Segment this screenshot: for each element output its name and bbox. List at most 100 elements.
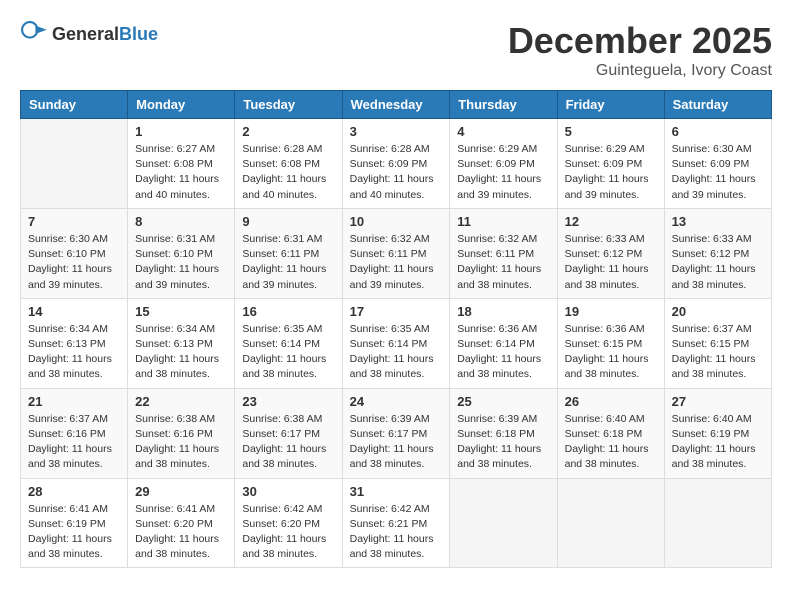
calendar-day-cell: 9Sunrise: 6:31 AMSunset: 6:11 PMDaylight… [235, 208, 342, 298]
day-info: Sunrise: 6:29 AMSunset: 6:09 PMDaylight:… [565, 142, 657, 203]
calendar-day-cell: 18Sunrise: 6:36 AMSunset: 6:14 PMDayligh… [450, 298, 557, 388]
day-info: Sunrise: 6:32 AMSunset: 6:11 PMDaylight:… [350, 232, 443, 293]
calendar-day-cell: 1 Sunrise: 6:27 AMSunset: 6:08 PMDaylight… [128, 119, 235, 209]
day-info: Sunrise: 6:37 AMSunset: 6:15 PMDaylight:… [672, 322, 764, 383]
calendar-day-cell: 24Sunrise: 6:39 AMSunset: 6:17 PMDayligh… [342, 388, 450, 478]
day-number: 20 [672, 304, 764, 319]
day-info: Sunrise: 6:31 AMSunset: 6:10 PMDaylight:… [135, 232, 227, 293]
day-number: 16 [242, 304, 334, 319]
day-number: 19 [565, 304, 657, 319]
day-info: Sunrise: 6:42 AMSunset: 6:20 PMDaylight:… [242, 502, 334, 563]
calendar-day-cell: 29 Sunrise: 6:41 AMSunset: 6:20 PMDayligh… [128, 478, 235, 568]
calendar-day-cell: 10 Sunrise: 6:32 AMSunset: 6:11 PMDayligh… [342, 208, 450, 298]
day-number: 23 [242, 394, 334, 409]
day-info: Sunrise: 6:27 AMSunset: 6:08 PMDaylight:… [135, 142, 227, 203]
calendar-day-cell: 19 Sunrise: 6:36 AMSunset: 6:15 PMDayligh… [557, 298, 664, 388]
day-number: 10 [350, 214, 443, 229]
calendar-day-cell: 5 Sunrise: 6:29 AMSunset: 6:09 PMDaylight… [557, 119, 664, 209]
calendar-day-cell [557, 478, 664, 568]
day-info: Sunrise: 6:29 AMSunset: 6:09 PMDaylight:… [457, 142, 549, 203]
day-number: 29 [135, 484, 227, 499]
calendar-week-row: 21 Sunrise: 6:37 AMSunset: 6:16 PMDayligh… [21, 388, 772, 478]
weekday-header-cell: Sunday [21, 91, 128, 119]
day-number: 22 [135, 394, 227, 409]
calendar: SundayMondayTuesdayWednesdayThursdayFrid… [20, 90, 772, 568]
day-number: 11 [457, 214, 549, 229]
month-title: December 2025 [508, 20, 772, 62]
calendar-day-cell: 28Sunrise: 6:41 AMSunset: 6:19 PMDayligh… [21, 478, 128, 568]
day-info: Sunrise: 6:28 AMSunset: 6:08 PMDaylight:… [242, 142, 334, 203]
day-info: Sunrise: 6:41 AMSunset: 6:20 PMDaylight:… [135, 502, 227, 563]
calendar-day-cell: 22 Sunrise: 6:38 AMSunset: 6:16 PMDayligh… [128, 388, 235, 478]
logo-icon [20, 20, 48, 48]
title-area: December 2025 Guinteguela, Ivory Coast [508, 20, 772, 80]
calendar-day-cell: 25 Sunrise: 6:39 AMSunset: 6:18 PMDayligh… [450, 388, 557, 478]
weekday-header-cell: Saturday [664, 91, 771, 119]
day-number: 6 [672, 124, 764, 139]
calendar-week-row: 28Sunrise: 6:41 AMSunset: 6:19 PMDayligh… [21, 478, 772, 568]
calendar-week-row: 14Sunrise: 6:34 AMSunset: 6:13 PMDayligh… [21, 298, 772, 388]
calendar-week-row: 1 Sunrise: 6:27 AMSunset: 6:08 PMDaylight… [21, 119, 772, 209]
day-info: Sunrise: 6:34 AMSunset: 6:13 PMDaylight:… [135, 322, 227, 383]
day-number: 7 [28, 214, 120, 229]
calendar-day-cell: 8 Sunrise: 6:31 AMSunset: 6:10 PMDaylight… [128, 208, 235, 298]
day-number: 17 [350, 304, 443, 319]
day-info: Sunrise: 6:30 AMSunset: 6:09 PMDaylight:… [672, 142, 764, 203]
day-info: Sunrise: 6:38 AMSunset: 6:16 PMDaylight:… [135, 412, 227, 473]
day-number: 21 [28, 394, 120, 409]
day-info: Sunrise: 6:30 AMSunset: 6:10 PMDaylight:… [28, 232, 120, 293]
calendar-day-cell: 20 Sunrise: 6:37 AMSunset: 6:15 PMDayligh… [664, 298, 771, 388]
day-info: Sunrise: 6:40 AMSunset: 6:18 PMDaylight:… [565, 412, 657, 473]
day-number: 25 [457, 394, 549, 409]
day-number: 18 [457, 304, 549, 319]
day-info: Sunrise: 6:37 AMSunset: 6:16 PMDaylight:… [28, 412, 120, 473]
weekday-header-row: SundayMondayTuesdayWednesdayThursdayFrid… [21, 91, 772, 119]
calendar-day-cell: 4 Sunrise: 6:29 AMSunset: 6:09 PMDaylight… [450, 119, 557, 209]
day-info: Sunrise: 6:38 AMSunset: 6:17 PMDaylight:… [242, 412, 334, 473]
day-number: 9 [242, 214, 334, 229]
calendar-day-cell [450, 478, 557, 568]
day-info: Sunrise: 6:41 AMSunset: 6:19 PMDaylight:… [28, 502, 120, 563]
calendar-day-cell: 21 Sunrise: 6:37 AMSunset: 6:16 PMDayligh… [21, 388, 128, 478]
calendar-day-cell: 11Sunrise: 6:32 AMSunset: 6:11 PMDayligh… [450, 208, 557, 298]
calendar-day-cell [21, 119, 128, 209]
calendar-body: 1 Sunrise: 6:27 AMSunset: 6:08 PMDaylight… [21, 119, 772, 568]
location-title: Guinteguela, Ivory Coast [508, 62, 772, 80]
logo-text-blue: Blue [119, 24, 158, 44]
day-number: 12 [565, 214, 657, 229]
day-number: 3 [350, 124, 443, 139]
calendar-week-row: 7 Sunrise: 6:30 AMSunset: 6:10 PMDaylight… [21, 208, 772, 298]
day-info: Sunrise: 6:39 AMSunset: 6:17 PMDaylight:… [350, 412, 443, 473]
calendar-day-cell: 16Sunrise: 6:35 AMSunset: 6:14 PMDayligh… [235, 298, 342, 388]
day-number: 4 [457, 124, 549, 139]
calendar-day-cell: 7 Sunrise: 6:30 AMSunset: 6:10 PMDaylight… [21, 208, 128, 298]
calendar-day-cell: 3Sunrise: 6:28 AMSunset: 6:09 PMDaylight… [342, 119, 450, 209]
weekday-header-cell: Wednesday [342, 91, 450, 119]
day-number: 15 [135, 304, 227, 319]
day-number: 1 [135, 124, 227, 139]
calendar-day-cell: 31Sunrise: 6:42 AMSunset: 6:21 PMDayligh… [342, 478, 450, 568]
day-info: Sunrise: 6:35 AMSunset: 6:14 PMDaylight:… [350, 322, 443, 383]
day-number: 5 [565, 124, 657, 139]
calendar-day-cell: 2 Sunrise: 6:28 AMSunset: 6:08 PMDaylight… [235, 119, 342, 209]
weekday-header-cell: Tuesday [235, 91, 342, 119]
calendar-day-cell: 23 Sunrise: 6:38 AMSunset: 6:17 PMDayligh… [235, 388, 342, 478]
calendar-day-cell: 6 Sunrise: 6:30 AMSunset: 6:09 PMDaylight… [664, 119, 771, 209]
calendar-day-cell: 27Sunrise: 6:40 AMSunset: 6:19 PMDayligh… [664, 388, 771, 478]
calendar-day-cell: 12Sunrise: 6:33 AMSunset: 6:12 PMDayligh… [557, 208, 664, 298]
day-number: 27 [672, 394, 764, 409]
logo: GeneralBlue [20, 20, 158, 48]
day-info: Sunrise: 6:42 AMSunset: 6:21 PMDaylight:… [350, 502, 443, 563]
header: GeneralBlue December 2025 Guinteguela, I… [20, 20, 772, 80]
calendar-day-cell: 26Sunrise: 6:40 AMSunset: 6:18 PMDayligh… [557, 388, 664, 478]
day-info: Sunrise: 6:39 AMSunset: 6:18 PMDaylight:… [457, 412, 549, 473]
calendar-day-cell: 30Sunrise: 6:42 AMSunset: 6:20 PMDayligh… [235, 478, 342, 568]
calendar-day-cell: 13Sunrise: 6:33 AMSunset: 6:12 PMDayligh… [664, 208, 771, 298]
day-info: Sunrise: 6:36 AMSunset: 6:15 PMDaylight:… [565, 322, 657, 383]
day-number: 8 [135, 214, 227, 229]
calendar-day-cell: 17 Sunrise: 6:35 AMSunset: 6:14 PMDayligh… [342, 298, 450, 388]
day-info: Sunrise: 6:33 AMSunset: 6:12 PMDaylight:… [672, 232, 764, 293]
weekday-header-cell: Thursday [450, 91, 557, 119]
calendar-day-cell: 15 Sunrise: 6:34 AMSunset: 6:13 PMDayligh… [128, 298, 235, 388]
day-number: 2 [242, 124, 334, 139]
